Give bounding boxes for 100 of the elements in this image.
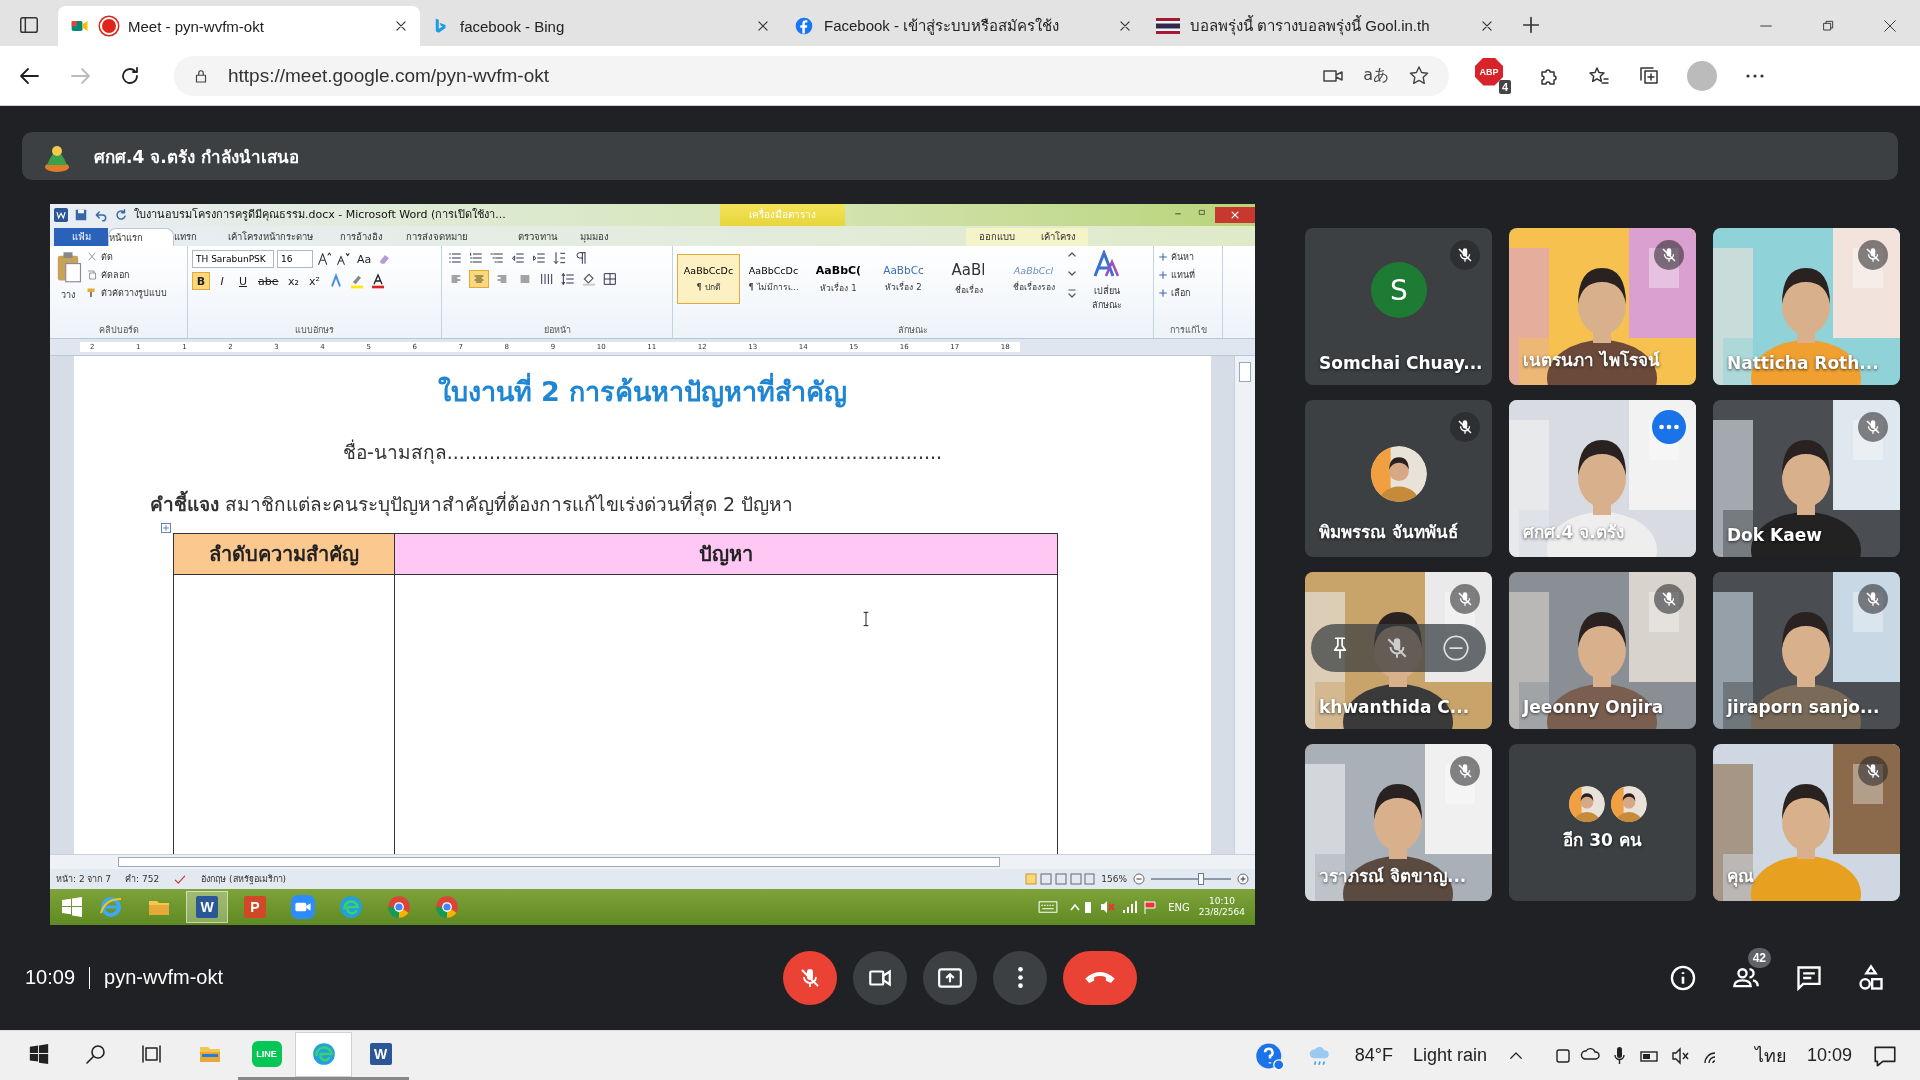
- change-styles-button[interactable]: เปลี่ยนลักษณะ: [1087, 250, 1127, 323]
- participant-name: Jeeonny Onjira: [1523, 697, 1664, 717]
- participant-name: อีก 30 คน: [1562, 829, 1643, 852]
- bullets-icon[interactable]: [446, 250, 464, 266]
- ribbon-tab[interactable]: แทรก: [174, 228, 228, 246]
- vertical-scrollbar[interactable]: [1234, 356, 1255, 854]
- participant-tile[interactable]: Jeeonny Onjira: [1509, 572, 1696, 729]
- style-option[interactable]: AaBbCc หัวเรื่อง 2: [872, 254, 935, 304]
- ribbon-tab[interactable]: หน้าแรก: [108, 228, 174, 246]
- windows-icon: [27, 1043, 50, 1065]
- shrink-font-icon[interactable]: [335, 251, 351, 267]
- style-option[interactable]: AaBl ชื่อเรื่อง: [937, 254, 1000, 304]
- borders-icon[interactable]: [601, 271, 619, 287]
- new-tab-icon[interactable]: [1520, 14, 1542, 36]
- start-icon[interactable]: [60, 895, 84, 919]
- cut-button[interactable]: ตัด: [86, 250, 167, 264]
- keyboard-icon[interactable]: [1036, 899, 1061, 915]
- ribbon-tab[interactable]: การส่งจดหมาย: [406, 228, 518, 246]
- browser-tab[interactable]: Facebook - เข้าสู่ระบบหรือสมัครใช้ง: [782, 6, 1144, 46]
- present-button[interactable]: [923, 950, 977, 1005]
- numbering-icon[interactable]: [467, 250, 485, 266]
- close-icon[interactable]: [394, 19, 408, 33]
- paste-button[interactable]: วาง: [54, 250, 82, 323]
- shading-icon[interactable]: [580, 271, 598, 287]
- ribbon-tab[interactable]: เค้าโครง: [1028, 228, 1088, 246]
- clock[interactable]: 10:09: [1806, 1045, 1852, 1066]
- zoom-out-icon[interactable]: [1133, 873, 1145, 885]
- address-bar[interactable]: https://meet.google.com/pyn-wvfm-okt aあ: [174, 55, 1449, 96]
- ribbon-tab[interactable]: เค้าโครงหน้ากระดาษ: [228, 228, 340, 246]
- participant-tile[interactable]: S Somchai Chuay...: [1305, 228, 1492, 385]
- table-move-handle-icon[interactable]: [161, 523, 171, 533]
- editing-button[interactable]: เลือก: [1158, 286, 1195, 300]
- format-button[interactable]: U: [234, 272, 252, 290]
- zoom-in-icon[interactable]: [1237, 873, 1249, 885]
- increase-indent-icon[interactable]: [530, 250, 548, 266]
- ribbon-tab[interactable]: การอ้างอิง: [340, 228, 406, 246]
- close-icon[interactable]: [1118, 19, 1132, 33]
- read-aloud-button[interactable]: aあ: [1363, 65, 1389, 86]
- mic-off-icon: [1660, 590, 1678, 608]
- font-size-field[interactable]: 16: [277, 250, 313, 268]
- chat-icon[interactable]: [1795, 963, 1823, 992]
- editing-button[interactable]: ค้นหา: [1158, 250, 1195, 264]
- style-option[interactable]: AaBbCcDc ¶ ปกติ: [677, 254, 740, 304]
- copy-button[interactable]: คัดลอก: [86, 268, 167, 282]
- mic-off-icon: [1456, 246, 1474, 264]
- participant-tile[interactable]: jiraporn sanjo...: [1713, 572, 1900, 729]
- restore-icon[interactable]: [1820, 18, 1836, 34]
- format-button[interactable]: abe: [255, 272, 282, 290]
- participant-tile[interactable]: ศกศ.4 จ.ตรัง: [1509, 400, 1696, 557]
- remove-icon[interactable]: [1442, 634, 1471, 662]
- undo-icon[interactable]: [94, 208, 108, 222]
- line-logo: LINE: [251, 1041, 282, 1067]
- format-button[interactable]: B: [192, 272, 210, 290]
- editing-button[interactable]: แทนที่: [1158, 268, 1195, 282]
- close-icon[interactable]: [1882, 18, 1898, 34]
- activities-icon[interactable]: [1857, 963, 1885, 992]
- leave-call-button[interactable]: [1063, 950, 1137, 1005]
- info-icon[interactable]: [1669, 963, 1697, 992]
- style-option[interactable]: AaBbCcl ชื่อเรื่องรอง: [1002, 254, 1065, 304]
- language-status: อังกฤษ (สหรัฐอเมริกา): [201, 873, 287, 886]
- weather-temperature[interactable]: 84°F: [1354, 1045, 1393, 1066]
- ribbon-tab[interactable]: ตรวจทาน: [518, 228, 580, 246]
- change-case-button[interactable]: Aa: [354, 250, 375, 268]
- browser-tab[interactable]: บอลพรุ่งนี้ ตารางบอลพรุ่งนี้ Gool.in.th: [1144, 6, 1506, 46]
- more-options-button[interactable]: [993, 950, 1047, 1005]
- format-painter-button[interactable]: ตัวคัดวางรูปแบบ: [86, 286, 167, 300]
- microphone-button[interactable]: [783, 950, 837, 1005]
- ribbon-tab[interactable]: ออกแบบ: [966, 228, 1028, 246]
- ribbon-tab[interactable]: มุมมอง: [580, 228, 636, 246]
- input-language[interactable]: ไทย: [1754, 1041, 1787, 1070]
- style-option[interactable]: AaBbC( หัวเรื่อง 1: [807, 254, 870, 304]
- format-button[interactable]: x₂: [284, 272, 303, 290]
- style-option[interactable]: AaBbCcDc ¶ ไม่มีการเ...: [742, 254, 805, 304]
- camera-button[interactable]: [853, 950, 907, 1005]
- taskbar-app[interactable]: P: [234, 891, 276, 923]
- horizontal-scrollbar[interactable]: [50, 854, 1255, 869]
- font-name-field[interactable]: TH SarabunPSK: [192, 250, 274, 268]
- participant-tile[interactable]: อีก 30 คน: [1509, 744, 1696, 901]
- save-icon[interactable]: [74, 208, 88, 222]
- participant-name: jiraporn sanjo...: [1727, 697, 1880, 717]
- line-spacing-icon[interactable]: [559, 271, 577, 287]
- close-icon[interactable]: [1480, 19, 1494, 33]
- browser-tab[interactable]: Meet - pyn-wvfm-okt: [58, 6, 420, 46]
- format-button[interactable]: I: [213, 272, 231, 290]
- participant-tile[interactable]: พิมพรรณ จันทพันธ์: [1305, 400, 1492, 557]
- scroll-arrows-icon[interactable]: [1067, 250, 1077, 300]
- taskbar-app[interactable]: W: [352, 1031, 409, 1080]
- taskbar-app[interactable]: [295, 1031, 352, 1080]
- format-button[interactable]: x²: [305, 272, 324, 290]
- close-icon[interactable]: [756, 19, 770, 33]
- grow-font-icon[interactable]: [316, 251, 332, 267]
- taskbar-app[interactable]: W: [186, 891, 228, 923]
- decrease-indent-icon[interactable]: [509, 250, 527, 266]
- ribbon-tab[interactable]: แฟ้ม: [54, 228, 108, 246]
- redo-icon[interactable]: [114, 208, 128, 222]
- multilevel-icon[interactable]: [488, 250, 506, 266]
- tab-actions-icon[interactable]: [18, 14, 40, 36]
- weather-condition[interactable]: Light rain: [1412, 1045, 1487, 1066]
- clock[interactable]: 10:10 23/8/2564: [1198, 896, 1245, 918]
- browser-tab[interactable]: facebook - Bing: [420, 6, 782, 46]
